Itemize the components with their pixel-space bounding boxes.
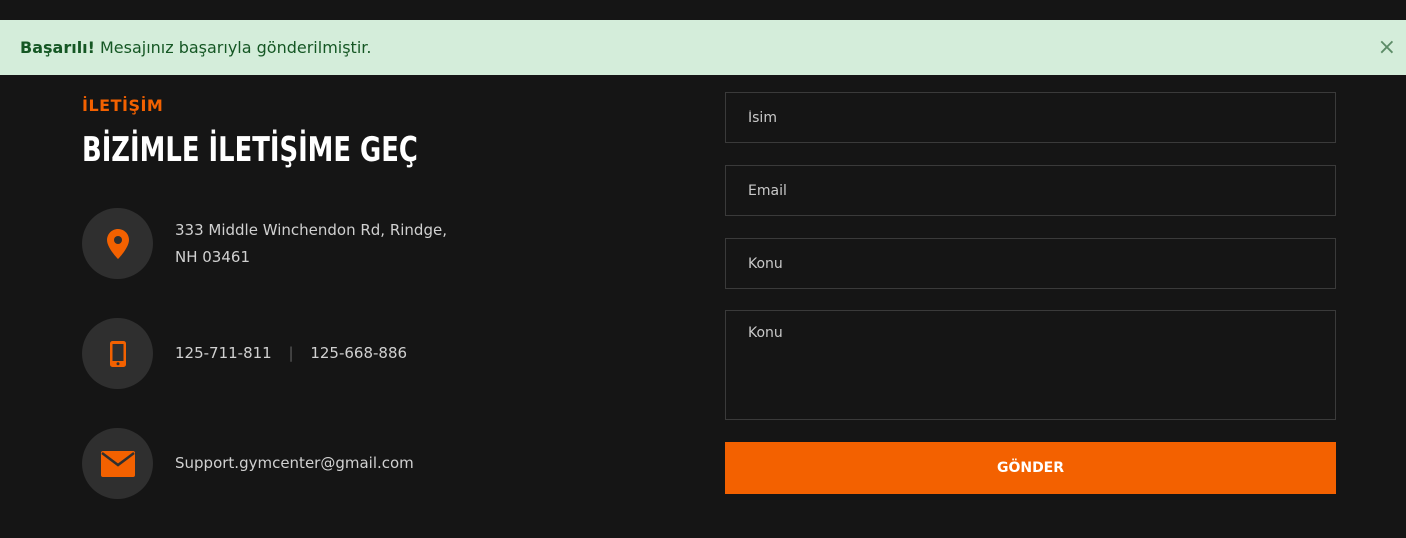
close-icon[interactable]: × — [1378, 36, 1396, 59]
contact-page: Başarılı! Mesajınız başarıyla gönderilmi… — [0, 0, 1406, 538]
address-line1: 333 Middle Winchendon Rd, Rindge, — [175, 220, 447, 239]
phone-number-2[interactable]: 125-668-886 — [310, 344, 407, 362]
alert-message: Mesajınız başarıyla gönderilmiştir. — [99, 38, 372, 57]
phone-text: 125-711-811 | 125-668-886 — [175, 340, 407, 367]
address-row: 333 Middle Winchendon Rd, Rindge, NH 034… — [82, 208, 447, 279]
address-line2: NH 03461 — [175, 247, 250, 266]
email-row: Support.gymcenter@gmail.com — [82, 428, 414, 499]
submit-button[interactable]: GÖNDER — [725, 442, 1336, 494]
email-input[interactable] — [725, 165, 1336, 216]
email-text[interactable]: Support.gymcenter@gmail.com — [175, 450, 414, 477]
section-title: BİZİMLE İLETİŞİME GEÇ — [82, 130, 418, 170]
success-alert: Başarılı! Mesajınız başarıyla gönderilmi… — [0, 20, 1406, 75]
address-text: 333 Middle Winchendon Rd, Rindge, NH 034… — [175, 217, 447, 271]
name-input[interactable] — [725, 92, 1336, 143]
phone-number-1[interactable]: 125-711-811 — [175, 344, 272, 362]
subject-input[interactable] — [725, 238, 1336, 289]
message-textarea[interactable] — [725, 310, 1336, 420]
envelope-icon — [82, 428, 153, 499]
phone-row: 125-711-811 | 125-668-886 — [82, 318, 407, 389]
map-pin-icon — [82, 208, 153, 279]
section-eyebrow: İLETİŞİM — [82, 96, 164, 115]
mobile-phone-icon — [82, 318, 153, 389]
alert-strong-text: Başarılı! — [20, 38, 95, 57]
phone-separator: | — [288, 344, 294, 362]
